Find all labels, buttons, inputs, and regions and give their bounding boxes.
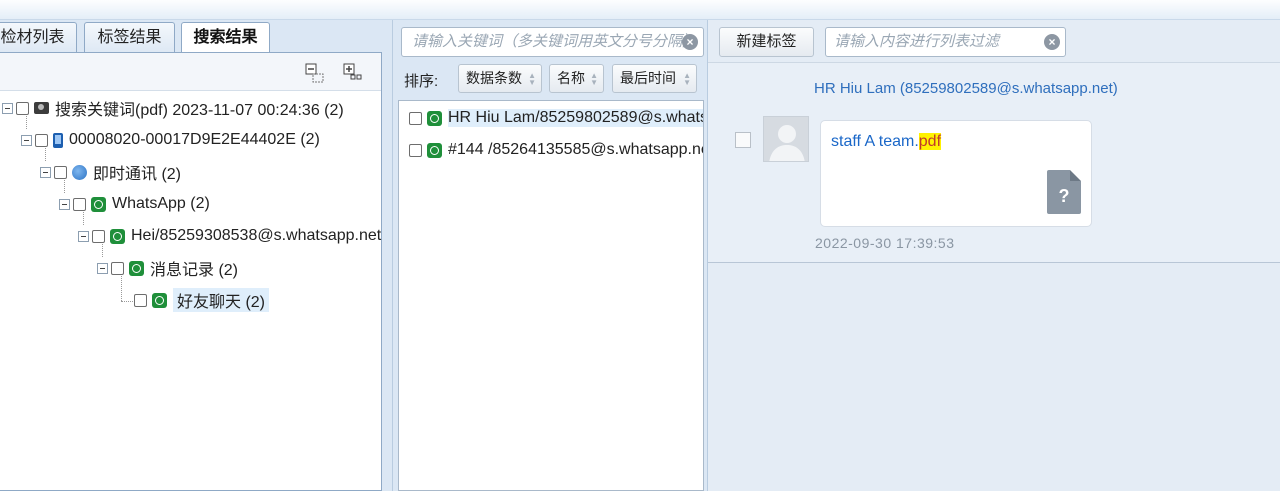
- tab-bar: 检材列表 标签结果 搜索结果: [0, 22, 392, 54]
- default-avatar-icon: [764, 117, 808, 161]
- tab-tag-results[interactable]: 标签结果: [84, 22, 175, 53]
- search-placeholder: 请输入关键词（多关键词用英文分号分隔）: [412, 33, 698, 50]
- collapse-toggle-icon[interactable]: [40, 166, 51, 178]
- clear-filter-icon[interactable]: ×: [1044, 34, 1060, 50]
- instant-messaging-icon: [72, 164, 87, 180]
- tree-checkbox[interactable]: [35, 133, 48, 147]
- tree-checkbox[interactable]: [73, 197, 86, 211]
- whatsapp-icon: [427, 142, 442, 158]
- list-filter-input[interactable]: 请输入内容进行列表过滤: [825, 27, 1066, 57]
- camera-icon: [34, 102, 49, 114]
- list-item[interactable]: HR Hiu Lam/85259802589@s.whatsapp.net: [399, 102, 703, 134]
- sort-button-label: 最后时间: [620, 70, 676, 86]
- tree-node-label: 好友聊天 (2): [173, 288, 270, 312]
- collapse-toggle-icon[interactable]: [2, 102, 13, 114]
- tree-node-instant-messaging[interactable]: 即时通讯 (2): [40, 157, 181, 187]
- tree-checkbox[interactable]: [111, 261, 124, 275]
- clear-search-icon[interactable]: ×: [682, 34, 698, 50]
- whatsapp-icon: [91, 196, 106, 212]
- sort-button-label: 名称: [557, 70, 585, 86]
- sort-arrows-icon: ▲ ▼: [590, 71, 598, 87]
- tree-checkbox[interactable]: [16, 101, 29, 115]
- file-glyph: ?: [1058, 186, 1070, 206]
- tree-checkbox[interactable]: [54, 165, 67, 179]
- sort-arrows-icon: ▲ ▼: [528, 71, 536, 87]
- message-bubble[interactable]: staff A team.pdf ?: [820, 120, 1092, 227]
- left-panel: 检材列表 标签结果 搜索结果 搜索关键词(pdf) 2023-11-07 00:…: [0, 20, 392, 491]
- tree-node-friend-chat[interactable]: 好友聊天 (2): [134, 285, 270, 315]
- tree-node-label: 消息记录 (2): [150, 262, 239, 279]
- right-panel: 新建标签 请输入内容进行列表过滤 × HR Hiu Lam (852598025…: [708, 20, 1280, 491]
- avatar: [763, 116, 809, 162]
- whatsapp-icon: [152, 292, 167, 308]
- tree-node-label: WhatsApp (2): [112, 195, 210, 212]
- filter-placeholder: 请输入内容进行列表过滤: [834, 33, 1000, 50]
- message-checkbox[interactable]: [735, 132, 751, 148]
- message-sender[interactable]: HR Hiu Lam (85259802589@s.whatsapp.net): [814, 80, 1118, 97]
- tree-node-message-records[interactable]: 消息记录 (2): [97, 253, 238, 283]
- tree-toolbar: [0, 53, 381, 91]
- row-checkbox[interactable]: [409, 143, 422, 157]
- new-tag-button[interactable]: 新建标签: [719, 27, 814, 57]
- tree-node-device[interactable]: 00008020-00017D9E2E44402E (2): [21, 125, 320, 155]
- tree-node-search[interactable]: 搜索关键词(pdf) 2023-11-07 00:24:36 (2): [2, 93, 344, 123]
- collapse-toggle-icon[interactable]: [78, 230, 89, 242]
- keyword-highlight: pdf: [918, 133, 942, 150]
- collapse-toggle-icon[interactable]: [21, 134, 32, 146]
- whatsapp-icon: [110, 228, 125, 244]
- top-strip: [0, 0, 1280, 20]
- message-timestamp: 2022-09-30 17:39:53: [815, 235, 955, 251]
- unknown-file-icon[interactable]: ?: [1047, 170, 1081, 214]
- sort-by-name-button[interactable]: 名称 ▲ ▼: [549, 64, 604, 93]
- tree-checkbox[interactable]: [134, 293, 147, 307]
- sort-arrows-icon: ▲ ▼: [683, 71, 691, 87]
- whatsapp-icon: [129, 260, 144, 276]
- row-label: HR Hiu Lam/85259802589@s.whatsapp.net: [448, 109, 703, 127]
- tree-node-label: 00008020-00017D9E2E44402E (2): [69, 131, 320, 148]
- keyword-search-input[interactable]: 请输入关键词（多关键词用英文分号分隔）: [401, 27, 704, 57]
- middle-panel: 请输入关键词（多关键词用英文分号分隔） × 排序: 数据条数 ▲ ▼ 名称 ▲ ▼ …: [392, 20, 708, 491]
- sort-button-label: 数据条数: [466, 70, 522, 86]
- tree-node-label: 即时通讯 (2): [93, 166, 182, 183]
- collapse-toggle-icon[interactable]: [59, 198, 70, 210]
- tree-panel: 搜索关键词(pdf) 2023-11-07 00:24:36 (2) 00008…: [0, 52, 382, 491]
- sort-by-count-button[interactable]: 数据条数 ▲ ▼: [458, 64, 542, 93]
- tab-search-results[interactable]: 搜索结果: [181, 22, 270, 54]
- tab-evidence-list[interactable]: 检材列表: [0, 22, 77, 53]
- phone-icon: [53, 132, 63, 148]
- message-view: HR Hiu Lam (85259802589@s.whatsapp.net) …: [708, 62, 1280, 263]
- conversation-list: HR Hiu Lam/85259802589@s.whatsapp.net #1…: [398, 100, 704, 491]
- tree-node-whatsapp[interactable]: WhatsApp (2): [59, 189, 210, 219]
- expand-all-icon[interactable]: [342, 62, 364, 84]
- sort-by-last-time-button[interactable]: 最后时间 ▲ ▼: [612, 64, 697, 93]
- message-text-prefix: staff A team.: [831, 133, 919, 150]
- collapse-all-icon[interactable]: [304, 62, 326, 84]
- collapse-toggle-icon[interactable]: [97, 262, 108, 274]
- sort-label: 排序:: [404, 73, 439, 90]
- tree-checkbox[interactable]: [92, 229, 105, 243]
- list-item[interactable]: #144 /85264135585@s.whatsapp.net: [399, 134, 704, 166]
- tree-node-account[interactable]: Hei/85259308538@s.whatsapp.net: [78, 221, 381, 251]
- row-label: #144 /85264135585@s.whatsapp.net: [448, 141, 704, 158]
- whatsapp-icon: [427, 110, 442, 126]
- row-checkbox[interactable]: [409, 111, 422, 125]
- tree-node-label: 搜索关键词(pdf) 2023-11-07 00:24:36 (2): [55, 102, 344, 119]
- message-text: staff A team.pdf: [831, 133, 942, 151]
- tree-node-label: Hei/85259308538@s.whatsapp.net: [131, 227, 382, 244]
